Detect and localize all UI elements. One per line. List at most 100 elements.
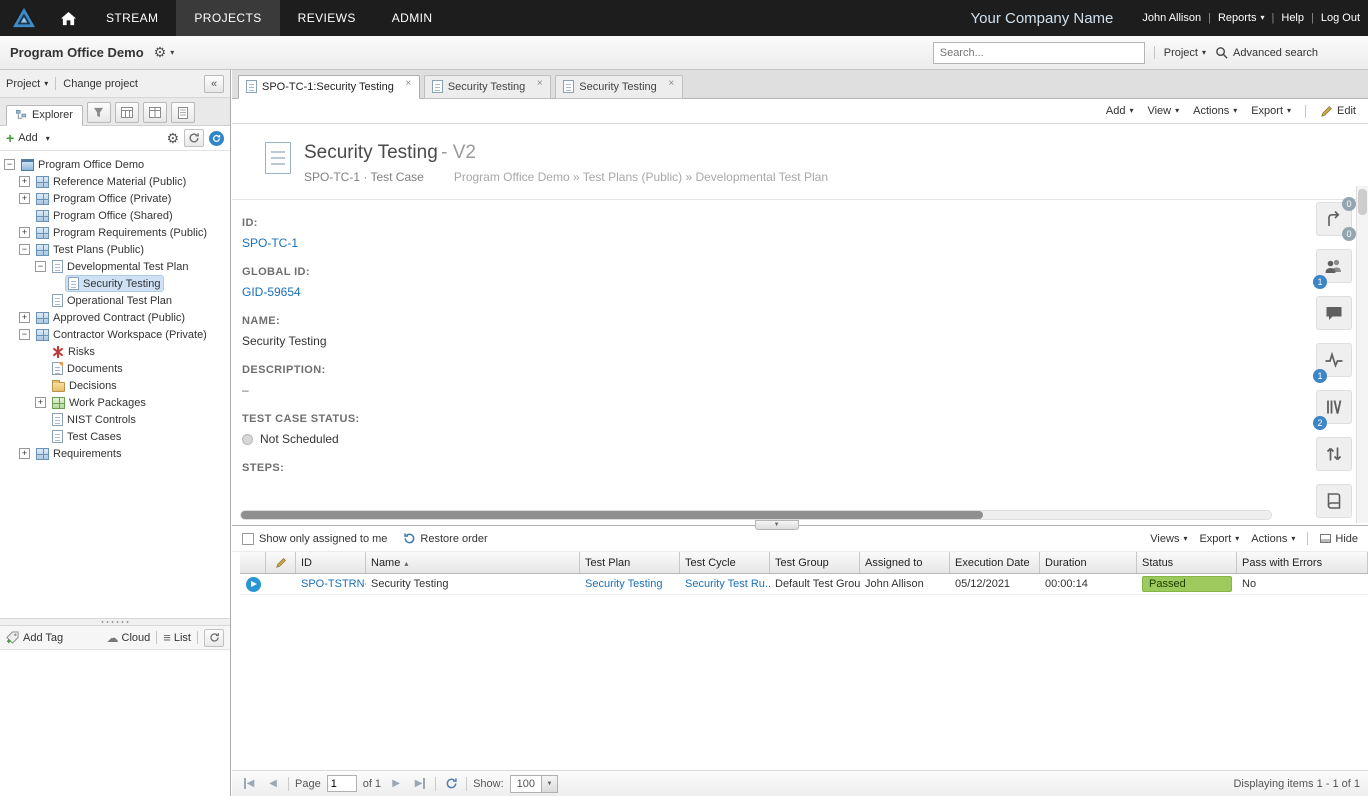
test-run-id-link[interactable]: SPO-TSTRN-1 [301, 578, 366, 590]
search-scope-dropdown[interactable]: Project [1164, 47, 1206, 59]
tree-item-risks[interactable]: Risks [0, 343, 230, 360]
tree-item-documents[interactable]: Documents [0, 360, 230, 377]
tree-item-program-office-demo[interactable]: Program Office Demo [0, 156, 230, 173]
tab-security-testing-2[interactable]: Security Testing [424, 75, 551, 99]
test-plan-link[interactable]: Security Testing [585, 578, 662, 590]
export-dropdown[interactable]: Export [1251, 105, 1291, 117]
tree-item-requirements[interactable]: Requirements [0, 445, 230, 462]
tab-spo-tc-1-security-testing[interactable]: SPO-TC-1:Security Testing [238, 75, 420, 99]
next-page-button[interactable] [387, 775, 405, 793]
collapse-sidebar-button[interactable] [204, 75, 224, 93]
actions-dropdown[interactable]: Actions [1251, 533, 1295, 545]
activity-button[interactable]: 1 [1316, 343, 1352, 377]
tab-explorer[interactable]: Explorer [6, 105, 83, 126]
tree-item-reference-material[interactable]: Reference Material (Public) [0, 173, 230, 190]
actions-dropdown[interactable]: Actions [1193, 105, 1237, 117]
refresh-tree-button[interactable] [184, 129, 204, 147]
item-id-link[interactable]: SPO-TC-1 [242, 236, 298, 250]
previous-page-button[interactable] [264, 775, 282, 793]
reports-menu[interactable]: Reports [1218, 12, 1265, 24]
page-size-dropdown[interactable]: 100 [510, 775, 558, 793]
column-header-duration[interactable]: Duration [1040, 552, 1137, 573]
collapse-bottom-panel-button[interactable] [755, 520, 799, 530]
comments-button[interactable] [1316, 296, 1352, 330]
add-item-button[interactable]: Add [6, 132, 50, 144]
refresh-grid-button[interactable] [442, 775, 460, 793]
edit-button[interactable]: Edit [1320, 105, 1356, 118]
column-header-run[interactable] [240, 552, 266, 573]
close-icon[interactable] [403, 79, 414, 90]
user-name[interactable]: John Allison [1142, 12, 1201, 24]
show-only-assigned-checkbox[interactable]: Show only assigned to me [242, 533, 387, 545]
connected-users-button[interactable]: 1 [1316, 249, 1352, 283]
column-header-assigned-to[interactable]: Assigned to [860, 552, 950, 573]
project-dropdown[interactable]: Project [6, 78, 48, 90]
test-run-row[interactable]: SPO-TSTRN-1 Security Testing Security Te… [240, 574, 1368, 595]
scrollbar-thumb[interactable] [241, 511, 983, 519]
column-header-execution-date[interactable]: Execution Date [950, 552, 1040, 573]
horizontal-scrollbar[interactable] [240, 510, 1272, 520]
last-page-button[interactable] [411, 775, 429, 793]
sync-items-button[interactable] [1316, 437, 1352, 471]
expand-node-icon[interactable] [19, 448, 30, 459]
chevron-down-icon[interactable] [541, 776, 557, 792]
advanced-search-link[interactable]: Advanced search [1215, 46, 1318, 59]
close-icon[interactable] [666, 79, 677, 90]
list-view-button[interactable]: List [163, 630, 191, 645]
collapse-node-icon[interactable] [19, 329, 30, 340]
close-icon[interactable] [534, 79, 545, 90]
tree-item-program-office-shared[interactable]: Program Office (Shared) [0, 207, 230, 224]
tree-item-test-plans[interactable]: Test Plans (Public) [0, 241, 230, 258]
column-header-status[interactable]: Status [1137, 552, 1237, 573]
nav-item-projects[interactable]: PROJECTS [176, 0, 279, 36]
expand-node-icon[interactable] [19, 176, 30, 187]
tree-item-work-packages[interactable]: Work Packages [0, 394, 230, 411]
document-view-button[interactable] [171, 102, 195, 123]
run-test-play-button[interactable] [246, 577, 261, 592]
expand-node-icon[interactable] [19, 312, 30, 323]
tree-item-security-testing[interactable]: Security Testing [0, 275, 230, 292]
view-dropdown[interactable]: View [1147, 105, 1179, 117]
columns-view-button[interactable] [143, 102, 167, 123]
restore-order-button[interactable]: Restore order [403, 532, 487, 545]
column-header-name[interactable]: Name [366, 552, 580, 573]
baselines-button[interactable] [1316, 484, 1352, 518]
project-settings-button[interactable] [154, 44, 175, 61]
views-dropdown[interactable]: Views [1150, 533, 1187, 545]
add-tag-button[interactable]: Add Tag [6, 631, 63, 644]
logout-link[interactable]: Log Out [1321, 12, 1360, 24]
tree-settings-gear-icon[interactable] [166, 130, 179, 147]
test-cycle-link[interactable]: Security Test Ru... [685, 578, 770, 590]
first-page-button[interactable] [240, 775, 258, 793]
grid-view-button[interactable] [115, 102, 139, 123]
tree-item-decisions[interactable]: Decisions [0, 377, 230, 394]
sync-status-icon[interactable] [209, 131, 224, 146]
home-icon[interactable] [48, 0, 88, 36]
expand-node-icon[interactable] [35, 397, 46, 408]
nav-item-stream[interactable]: STREAM [88, 0, 176, 36]
relationships-button[interactable]: 0 0 [1316, 202, 1352, 236]
nav-item-reviews[interactable]: REVIEWS [280, 0, 374, 36]
collapse-node-icon[interactable] [19, 244, 30, 255]
sidebar-splitter[interactable] [0, 618, 230, 626]
refresh-tags-button[interactable] [204, 629, 224, 647]
filter-button[interactable] [87, 102, 111, 123]
collapse-node-icon[interactable] [4, 159, 15, 170]
tree-item-approved-contract[interactable]: Approved Contract (Public) [0, 309, 230, 326]
tree-item-nist-controls[interactable]: NIST Controls [0, 411, 230, 428]
tree-item-operational-test-plan[interactable]: Operational Test Plan [0, 292, 230, 309]
column-header-test-plan[interactable]: Test Plan [580, 552, 680, 573]
versions-button[interactable]: 2 [1316, 390, 1352, 424]
column-header-test-cycle[interactable]: Test Cycle [680, 552, 770, 573]
global-id-link[interactable]: GID-59654 [242, 285, 301, 299]
vertical-scrollbar[interactable] [1356, 186, 1368, 523]
column-header-test-group[interactable]: Test Group [770, 552, 860, 573]
tree-item-contractor-workspace[interactable]: Contractor Workspace (Private) [0, 326, 230, 343]
collapse-node-icon[interactable] [35, 261, 46, 272]
help-link[interactable]: Help [1281, 12, 1304, 24]
column-header-pass-with-errors[interactable]: Pass with Errors [1237, 552, 1368, 573]
cloud-view-button[interactable]: Cloud [107, 631, 151, 645]
hide-panel-button[interactable]: Hide [1320, 533, 1358, 545]
nav-item-admin[interactable]: ADMIN [374, 0, 451, 36]
change-project-button[interactable]: Change project [63, 78, 138, 90]
